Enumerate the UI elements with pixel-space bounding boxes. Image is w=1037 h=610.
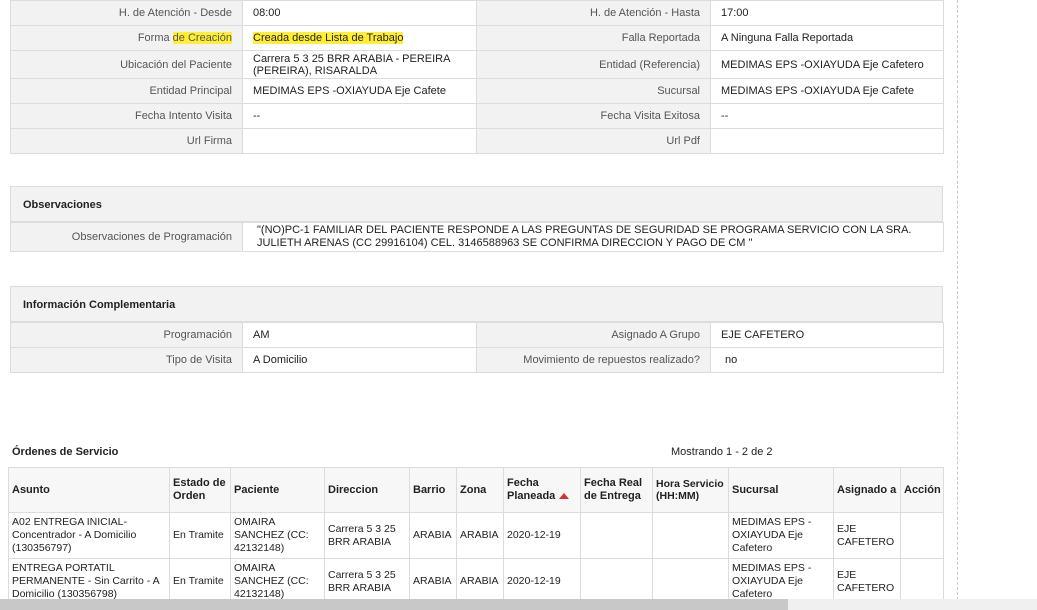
field-label: Entidad Principal — [10, 78, 243, 104]
field-label: Asignado A Grupo — [476, 322, 711, 348]
highlighted-value: Creada desde Lista de Trabajo — [253, 32, 404, 44]
column-header-paciente[interactable]: Paciente — [230, 467, 325, 513]
field-value: A Ninguna Falla Reportada — [710, 25, 944, 51]
observaciones-value: "(NO)PC-1 FAMILIAR DEL PACIENTE RESPONDE… — [242, 222, 944, 252]
column-header-direccion[interactable]: Direccion — [324, 467, 410, 513]
url-firma-value — [242, 128, 477, 154]
field-label: Movimiento de repuestos realizado? — [476, 347, 711, 373]
info-row: Fecha Intento Visita -- Fecha Visita Exi… — [10, 103, 944, 129]
field-value: Creada desde Lista de Trabajo — [242, 25, 477, 51]
cell-accion[interactable] — [900, 512, 944, 559]
cell-barrio: ARABIA — [409, 558, 457, 605]
cell-fecha-real — [580, 558, 653, 605]
field-label: H. de Atención - Desde — [10, 0, 243, 26]
pagination-count: Mostrando 1 - 2 de 2 — [671, 446, 773, 458]
column-header-barrio[interactable]: Barrio — [409, 467, 457, 513]
field-value: no — [710, 347, 944, 373]
field-label: Url Pdf — [476, 128, 711, 154]
cell-barrio: ARABIA — [409, 512, 457, 559]
info-row: Tipo de Visita A Domicilio Movimiento de… — [10, 347, 944, 373]
visit-info-table: H. de Atención - Desde 08:00 H. de Atenc… — [10, 0, 944, 154]
cell-paciente: OMAIRA SANCHEZ (CC: 42132148) — [230, 558, 325, 605]
orders-section-title: Órdenes de Servicio — [12, 446, 119, 458]
field-value: MEDIMAS EPS -OXIAYUDA Eje Cafetero — [710, 50, 944, 79]
observaciones-section-title: Observaciones — [10, 186, 943, 222]
cell-asignado: EJE CAFETERO — [833, 512, 901, 559]
scrollbar-thumb[interactable] — [0, 599, 788, 610]
field-label: H. de Atención - Hasta — [476, 0, 711, 26]
field-value: 08:00 — [242, 0, 477, 26]
field-value: -- — [710, 103, 944, 129]
cell-fecha-planeada: 2020-12-19 — [503, 512, 581, 559]
cell-estado: En Tramite — [169, 558, 231, 605]
column-header-accion[interactable]: Acción — [900, 467, 944, 513]
table-header-row: Asunto Estado de Orden Paciente Direccio… — [8, 467, 944, 513]
horizontal-scrollbar[interactable] — [0, 599, 1037, 610]
field-value: EJE CAFETERO — [710, 322, 944, 348]
column-header-asunto[interactable]: Asunto — [8, 467, 170, 513]
table-row[interactable]: A02 ENTREGA INICIAL-Concentrador - A Dom… — [8, 512, 944, 559]
cell-asunto: ENTREGA PORTATIL PERMANENTE - Sin Carrit… — [8, 558, 170, 605]
column-header-zona[interactable]: Zona — [456, 467, 504, 513]
field-label: Tipo de Visita — [10, 347, 243, 373]
column-header-estado[interactable]: Estado de Orden — [169, 467, 231, 513]
field-label: Falla Reportada — [476, 25, 711, 51]
field-label: Observaciones de Programación — [10, 222, 243, 252]
field-label: Entidad (Referencia) — [476, 50, 711, 79]
cell-sucursal: MEDIMAS EPS -OXIAYUDA Eje Cafetero — [728, 512, 834, 559]
field-label: Fecha Intento Visita — [10, 103, 243, 129]
complementaria-table: Programación AM Asignado A Grupo EJE CAF… — [10, 322, 944, 373]
cell-fecha-planeada: 2020-12-19 — [503, 558, 581, 605]
cell-direccion: Carrera 5 3 25 BRR ARABIA — [324, 512, 410, 559]
column-header-fecha-real[interactable]: Fecha Real de Entrega — [580, 467, 653, 513]
url-pdf-value — [710, 128, 944, 154]
info-row: Url Firma Url Pdf — [10, 128, 944, 154]
field-label: Forma de Creación — [10, 25, 243, 51]
field-value: AM — [242, 322, 477, 348]
cell-paciente: OMAIRA SANCHEZ (CC: 42132148) — [230, 512, 325, 559]
field-label: Ubicación del Paciente — [10, 50, 243, 79]
field-value: MEDIMAS EPS -OXIAYUDA Eje Cafete — [242, 78, 477, 104]
cell-estado: En Tramite — [169, 512, 231, 559]
field-value: 17:00 — [710, 0, 944, 26]
table-row[interactable]: ENTREGA PORTATIL PERMANENTE - Sin Carrit… — [8, 558, 944, 605]
service-orders-table: Asunto Estado de Orden Paciente Direccio… — [8, 467, 944, 605]
info-row: Programación AM Asignado A Grupo EJE CAF… — [10, 322, 944, 348]
cell-zona: ARABIA — [456, 558, 504, 605]
field-label: Url Firma — [10, 128, 243, 154]
column-header-sucursal[interactable]: Sucursal — [728, 467, 834, 513]
header-label: Fecha Planeada — [507, 477, 556, 502]
field-value: A Domicilio — [242, 347, 477, 373]
cell-accion[interactable] — [900, 558, 944, 605]
field-label: Programación — [10, 322, 243, 348]
info-row: Entidad Principal MEDIMAS EPS -OXIAYUDA … — [10, 78, 944, 104]
field-value: -- — [242, 103, 477, 129]
cell-hora-servicio — [652, 512, 729, 559]
column-header-hora-servicio[interactable]: Hora Servicio (HH:MM) — [652, 467, 729, 513]
cell-direccion: Carrera 5 3 25 BRR ARABIA — [324, 558, 410, 605]
cell-zona: ARABIA — [456, 512, 504, 559]
cell-asignado: EJE CAFETERO — [833, 558, 901, 605]
complementaria-section-title: Información Complementaria — [10, 286, 943, 322]
label-part: Forma — [137, 32, 173, 44]
cell-hora-servicio — [652, 558, 729, 605]
highlighted-label-part: de Creación — [172, 32, 232, 44]
observaciones-table: Observaciones de Programación "(NO)PC-1 … — [10, 222, 944, 252]
cell-asunto: A02 ENTREGA INICIAL-Concentrador - A Dom… — [8, 512, 170, 559]
page-border-dashed — [957, 0, 958, 610]
column-header-fecha-planeada[interactable]: Fecha Planeada — [503, 467, 581, 513]
column-header-asignado[interactable]: Asignado a — [833, 467, 901, 513]
field-label: Sucursal — [476, 78, 711, 104]
sort-ascending-icon[interactable] — [559, 493, 570, 500]
info-row: Observaciones de Programación "(NO)PC-1 … — [10, 222, 944, 252]
field-value: Carrera 5 3 25 BRR ARABIA - PEREIRA (PER… — [242, 50, 477, 79]
info-row: Ubicación del Paciente Carrera 5 3 25 BR… — [10, 50, 944, 79]
info-row: H. de Atención - Desde 08:00 H. de Atenc… — [10, 0, 944, 26]
field-label: Fecha Visita Exitosa — [476, 103, 711, 129]
field-value: MEDIMAS EPS -OXIAYUDA Eje Cafete — [710, 78, 944, 104]
info-row: Forma de Creación Creada desde Lista de … — [10, 25, 944, 51]
cell-sucursal: MEDIMAS EPS -OXIAYUDA Eje Cafetero — [728, 558, 834, 605]
cell-fecha-real — [580, 512, 653, 559]
